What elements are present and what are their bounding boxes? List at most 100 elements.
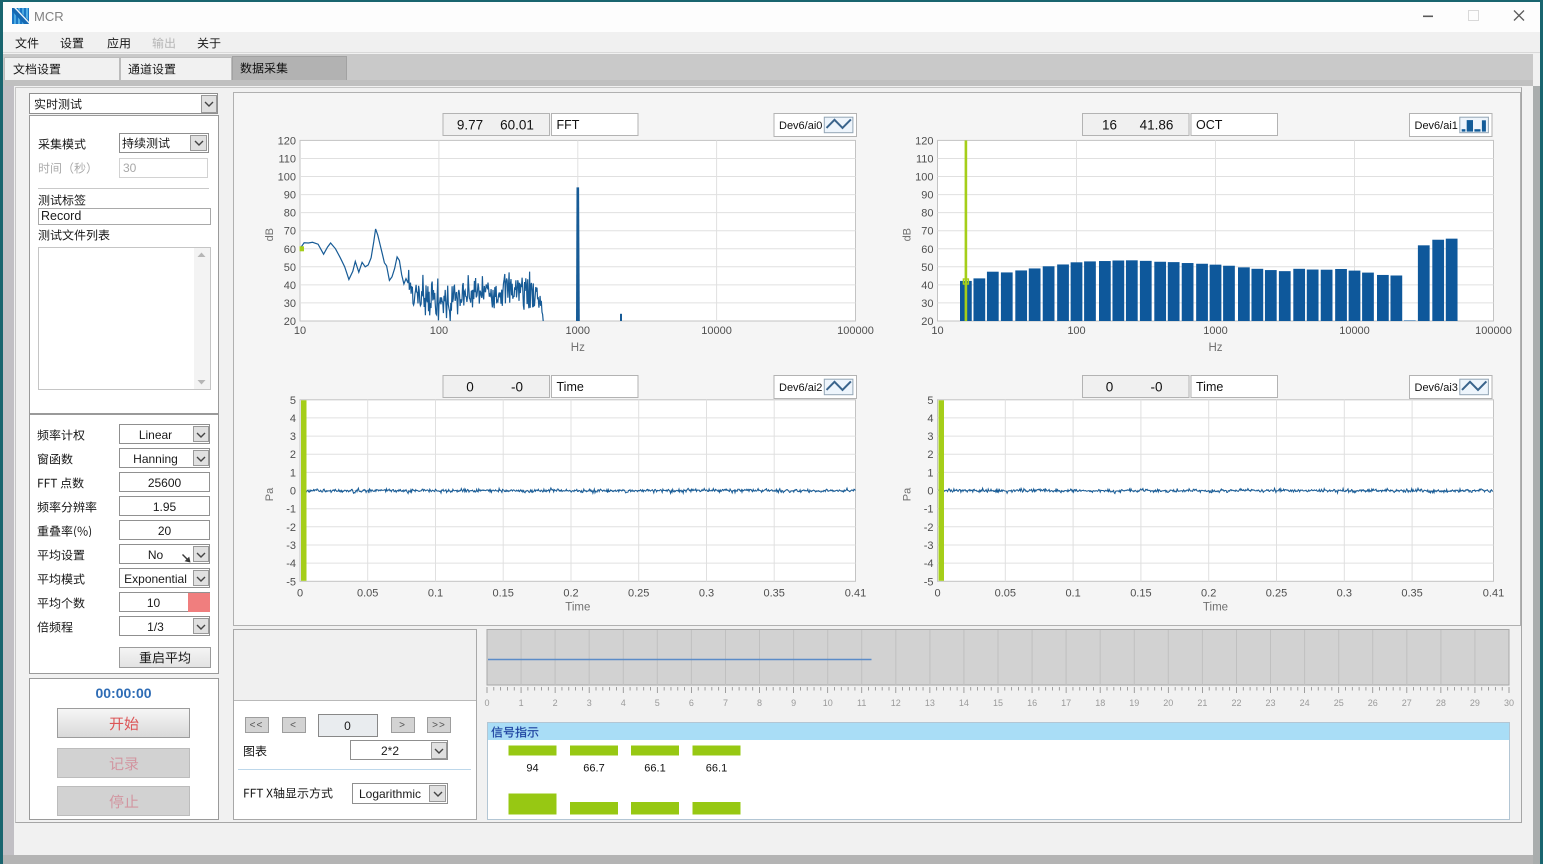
svg-text:-1: -1 (286, 504, 296, 516)
svg-text:2: 2 (927, 449, 933, 461)
svg-text:28: 28 (1436, 698, 1446, 708)
svg-text:100: 100 (430, 325, 448, 337)
svg-text:-5: -5 (286, 576, 296, 588)
svg-text:0.15: 0.15 (492, 588, 513, 600)
svg-text:0.25: 0.25 (628, 588, 649, 600)
svg-text:1000: 1000 (1203, 325, 1227, 337)
svg-text:OCT: OCT (1196, 118, 1223, 132)
svg-text:5: 5 (290, 395, 296, 407)
svg-text:5: 5 (655, 698, 660, 708)
svg-text:11: 11 (857, 698, 866, 708)
svg-text:1: 1 (290, 467, 296, 479)
svg-text:-2: -2 (286, 522, 296, 534)
svg-text:0.25: 0.25 (1266, 588, 1287, 600)
svg-text:1000: 1000 (566, 325, 590, 337)
svg-text:4: 4 (927, 413, 933, 425)
svg-text:-1: -1 (924, 504, 934, 516)
svg-text:-5: -5 (924, 576, 934, 588)
svg-text:60: 60 (921, 244, 933, 256)
svg-text:2: 2 (290, 449, 296, 461)
svg-text:30: 30 (1504, 698, 1514, 708)
svg-text:Time: Time (557, 380, 584, 394)
svg-text:Dev6/ai1: Dev6/ai1 (1415, 120, 1458, 132)
svg-text:21: 21 (1197, 698, 1207, 708)
svg-text:0.15: 0.15 (1130, 588, 1151, 600)
svg-text:120: 120 (278, 135, 296, 147)
svg-text:0.3: 0.3 (1337, 588, 1352, 600)
svg-text:0.2: 0.2 (1201, 588, 1216, 600)
svg-text:66.1: 66.1 (706, 763, 727, 775)
svg-text:0: 0 (934, 588, 940, 600)
svg-text:100000: 100000 (837, 325, 874, 337)
svg-text:Time: Time (1203, 602, 1228, 614)
svg-text:Dev6/ai0: Dev6/ai0 (779, 120, 822, 132)
svg-text:0: 0 (466, 380, 474, 395)
svg-text:100: 100 (915, 172, 933, 184)
svg-text:70: 70 (284, 226, 296, 238)
svg-text:19: 19 (1129, 698, 1139, 708)
svg-text:1: 1 (927, 467, 933, 479)
svg-text:10000: 10000 (701, 325, 732, 337)
svg-text:60.01: 60.01 (500, 118, 534, 133)
svg-text:dB: dB (902, 228, 914, 241)
svg-text:10: 10 (931, 325, 943, 337)
svg-text:40: 40 (284, 280, 296, 292)
svg-text:FFT: FFT (557, 118, 580, 132)
svg-text:0.05: 0.05 (995, 588, 1016, 600)
svg-text:-4: -4 (286, 558, 296, 570)
svg-text:100: 100 (278, 172, 296, 184)
svg-text:100: 100 (1067, 325, 1085, 337)
svg-text:70: 70 (921, 226, 933, 238)
svg-text:Time: Time (565, 602, 590, 614)
svg-text:5: 5 (927, 395, 933, 407)
svg-text:50: 50 (284, 262, 296, 274)
svg-text:3: 3 (587, 698, 592, 708)
svg-text:18: 18 (1095, 698, 1105, 708)
svg-text:-0: -0 (511, 380, 523, 395)
svg-text:0: 0 (484, 698, 489, 708)
svg-text:0.35: 0.35 (1401, 588, 1422, 600)
svg-text:80: 80 (921, 208, 933, 220)
svg-text:20: 20 (1163, 698, 1173, 708)
svg-text:0.3: 0.3 (699, 588, 714, 600)
svg-text:29: 29 (1470, 698, 1480, 708)
svg-text:90: 90 (921, 190, 933, 202)
svg-text:10: 10 (823, 698, 833, 708)
svg-text:6: 6 (689, 698, 694, 708)
svg-text:24: 24 (1300, 698, 1310, 708)
svg-text:0: 0 (297, 588, 303, 600)
svg-text:30: 30 (284, 298, 296, 310)
svg-text:-0: -0 (1150, 380, 1162, 395)
svg-text:0.05: 0.05 (357, 588, 378, 600)
svg-text:dB: dB (264, 228, 276, 241)
svg-text:3: 3 (290, 431, 296, 443)
svg-text:15: 15 (993, 698, 1003, 708)
svg-text:26: 26 (1368, 698, 1378, 708)
svg-text:2: 2 (553, 698, 558, 708)
svg-text:100000: 100000 (1475, 325, 1512, 337)
svg-text:-2: -2 (924, 522, 934, 534)
svg-text:-3: -3 (286, 540, 296, 552)
svg-text:14: 14 (959, 698, 969, 708)
svg-text:40: 40 (921, 280, 933, 292)
svg-text:30: 30 (921, 298, 933, 310)
svg-text:80: 80 (284, 208, 296, 220)
svg-text:0.41: 0.41 (845, 588, 866, 600)
svg-text:3: 3 (927, 431, 933, 443)
svg-text:9.77: 9.77 (457, 118, 483, 133)
svg-text:-3: -3 (924, 540, 934, 552)
svg-text:13: 13 (925, 698, 935, 708)
svg-text:4: 4 (290, 413, 296, 425)
svg-text:Pa: Pa (902, 487, 914, 501)
svg-text:12: 12 (891, 698, 901, 708)
svg-text:10000: 10000 (1339, 325, 1370, 337)
svg-text:0.35: 0.35 (763, 588, 784, 600)
svg-text:8: 8 (757, 698, 762, 708)
svg-text:4: 4 (621, 698, 626, 708)
svg-text:Hz: Hz (1208, 342, 1222, 354)
svg-text:Pa: Pa (264, 487, 276, 501)
svg-text:0.1: 0.1 (1065, 588, 1080, 600)
svg-text:0: 0 (290, 486, 296, 498)
svg-text:Dev6/ai3: Dev6/ai3 (1415, 382, 1458, 394)
svg-text:Dev6/ai2: Dev6/ai2 (779, 382, 822, 394)
